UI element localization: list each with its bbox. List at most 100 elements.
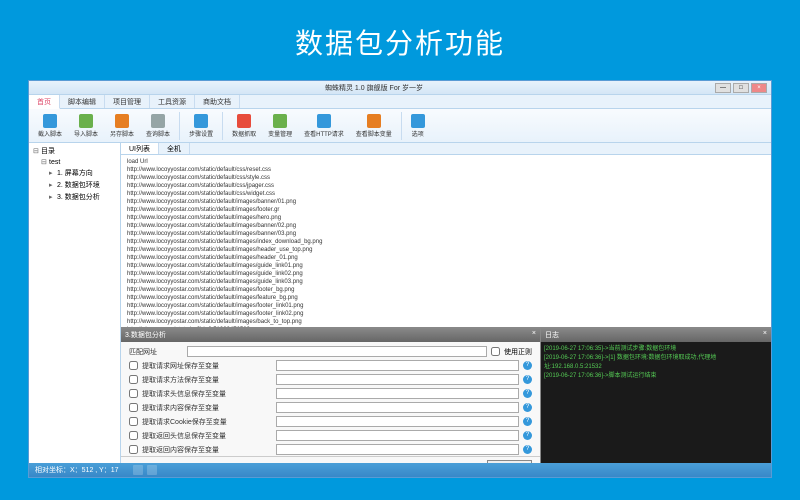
variable-input[interactable] [276,430,519,441]
main-tabs: 首页脚本编辑项目管理工具资源商助文档 [29,95,771,109]
config-body: 匹配网址 使用正则 提取请求网址保存至变量?提取请求方法保存至变量?提取请求头信… [121,342,540,456]
extract-checkbox[interactable] [129,417,138,426]
variable-input[interactable] [276,360,519,371]
ribbon-toolbar: 截入脚本导入脚本另存脚本查询脚本步骤设置数据抓取变量管理查看HTTP请求查看脚本… [29,109,771,143]
url-line[interactable]: http://www.locoyyostar.com/static/defaul… [127,278,765,286]
导入脚本-icon [79,114,93,128]
ribbon-查看脚本变量[interactable]: 查看脚本变量 [351,112,397,140]
match-url-input[interactable] [187,346,487,357]
help-icon[interactable]: ? [523,431,532,440]
tab-首页[interactable]: 首页 [29,95,60,109]
url-line[interactable]: http://www.locoyyostar.com/static/defaul… [127,238,765,246]
extract-checkbox[interactable] [129,375,138,384]
url-line[interactable]: http://www.locoyyostar.com/static/defaul… [127,206,765,214]
extract-label: 提取请求头信息保存至变量 [142,389,272,399]
extract-checkbox[interactable] [129,389,138,398]
tree-item[interactable]: ▸2. 数据包环境 [31,179,118,191]
coords-display: 相对坐标：X：512 , Y：17 [35,465,119,475]
variable-input[interactable] [276,444,519,455]
inner-tab-UI列表[interactable]: UI列表 [121,143,159,154]
url-line[interactable]: http://www.locoyyostar.com/static/defaul… [127,286,765,294]
variable-input[interactable] [276,416,519,427]
ribbon-查询脚本[interactable]: 查询脚本 [141,112,175,140]
variable-input[interactable] [276,402,519,413]
log-body: [2019-06-27 17:06:35]->当前测试步骤:数据包环境[2019… [541,342,771,477]
config-panel-title: 3.数据包分析 × [121,328,540,342]
tab-项目管理[interactable]: 项目管理 [105,95,150,108]
status-icon[interactable] [133,465,143,475]
tree-item[interactable]: ▸1. 屏幕方向 [31,167,118,179]
选项-icon [411,114,425,128]
tree-item[interactable]: ▸3. 数据包分析 [31,191,118,203]
url-line[interactable]: http://www.locoyyostar.com/static/defaul… [127,230,765,238]
log-panel: 日志 × [2019-06-27 17:06:35]->当前测试步骤:数据包环境… [541,328,771,477]
url-line[interactable]: http://www.locoyyostar.com/static/defaul… [127,214,765,222]
help-icon[interactable]: ? [523,375,532,384]
ribbon-选项[interactable]: 选项 [406,112,430,140]
url-line[interactable]: http://www.locoyyostar.com/static/defaul… [127,166,765,174]
url-line[interactable]: http://www.locoyyostar.com/static/defaul… [127,182,765,190]
close-icon[interactable]: × [763,330,767,340]
variable-input[interactable] [276,374,519,385]
use-regex-label: 使用正则 [504,347,532,357]
close-button[interactable]: × [751,83,767,93]
ribbon-导入脚本[interactable]: 导入脚本 [69,112,103,140]
url-line[interactable]: http://www.locoyyostar.com/static/defaul… [127,222,765,230]
help-icon[interactable]: ? [523,417,532,426]
url-line[interactable]: http://www.locoyyostar.com/static/defaul… [127,302,765,310]
close-icon[interactable]: × [532,330,536,340]
tab-脚本编辑[interactable]: 脚本编辑 [60,95,105,108]
tab-商助文档[interactable]: 商助文档 [195,95,240,108]
maximize-button[interactable]: □ [733,83,749,93]
workspace: ⊟目录⊟test▸1. 屏幕方向▸2. 数据包环境▸3. 数据包分析 UI列表全… [29,143,771,477]
use-regex-checkbox[interactable] [491,347,500,356]
ribbon-变量管理[interactable]: 变量管理 [263,112,297,140]
window-title: 蜘蛛精灵 1.0 旗舰版 For 岁一岁 [325,83,423,93]
statusbar: 相对坐标：X：512 , Y：17 [29,463,771,477]
minimize-button[interactable]: — [715,83,731,93]
url-line[interactable]: http://www.locoyyostar.com/static/defaul… [127,190,765,198]
status-icon[interactable] [147,465,157,475]
variable-input[interactable] [276,388,519,399]
tree-item[interactable]: ⊟目录 [31,145,118,157]
log-line: [2019-06-27 17:06:36]->脚本测试运行结束 [544,372,768,381]
extract-checkbox[interactable] [129,445,138,454]
inner-tab-全机[interactable]: 全机 [159,143,190,154]
window-controls: — □ × [715,83,767,93]
url-line[interactable]: http://www.locoyyostar.com/static/defaul… [127,262,765,270]
url-line[interactable]: http://www.locoyyostar.com/static/defaul… [127,318,765,326]
help-icon[interactable]: ? [523,361,532,370]
help-icon[interactable]: ? [523,445,532,454]
app-window: 蜘蛛精灵 1.0 旗舰版 For 岁一岁 — □ × 首页脚本编辑项目管理工具资… [28,80,772,478]
查询脚本-icon [151,114,165,128]
extract-label: 提取请求网址保存至变量 [142,361,272,371]
main-area: UI列表全机 load Urlhttp://www.locoyyostar.co… [121,143,771,477]
extract-checkbox[interactable] [129,431,138,440]
url-line[interactable]: http://www.locoyyostar.com/static/defaul… [127,294,765,302]
config-panel: 3.数据包分析 × 匹配网址 使用正则 提取请求网址保存至变量?提取请求方法保存… [121,328,541,477]
tree-item[interactable]: ⊟test [31,157,118,167]
url-line[interactable]: http://www.locoyyostar.com/static/defaul… [127,246,765,254]
help-icon[interactable]: ? [523,403,532,412]
ribbon-截入脚本[interactable]: 截入脚本 [33,112,67,140]
project-tree: ⊟目录⊟test▸1. 屏幕方向▸2. 数据包环境▸3. 数据包分析 [29,143,121,477]
ribbon-查看HTTP请求[interactable]: 查看HTTP请求 [299,112,349,140]
url-line[interactable]: http://www.locoyyostar.com/static/defaul… [127,310,765,318]
url-line[interactable]: http://www.locoyyostar.com/static/defaul… [127,254,765,262]
查看HTTP请求-icon [317,114,331,128]
extract-checkbox[interactable] [129,361,138,370]
titlebar: 蜘蛛精灵 1.0 旗舰版 For 岁一岁 — □ × [29,81,771,95]
另存脚本-icon [115,114,129,128]
ribbon-另存脚本[interactable]: 另存脚本 [105,112,139,140]
变量管理-icon [273,114,287,128]
url-line[interactable]: http://www.locoyyostar.com/static/defaul… [127,174,765,182]
ribbon-数据抓取[interactable]: 数据抓取 [227,112,261,140]
url-line[interactable]: http://www.locoyyostar.com/static/defaul… [127,198,765,206]
help-icon[interactable]: ? [523,389,532,398]
hero-title: 数据包分析功能 [0,0,800,80]
url-line[interactable]: http://www.locoyyostar.com/static/defaul… [127,270,765,278]
extract-checkbox[interactable] [129,403,138,412]
tab-工具资源[interactable]: 工具资源 [150,95,195,108]
inner-tabs: UI列表全机 [121,143,771,155]
ribbon-步骤设置[interactable]: 步骤设置 [184,112,218,140]
